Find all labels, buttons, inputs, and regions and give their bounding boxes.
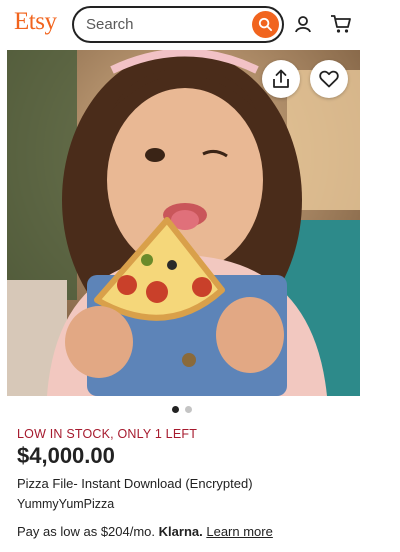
- cart-icon: [331, 15, 351, 33]
- heart-icon: [319, 70, 339, 88]
- learn-more-link[interactable]: Learn more: [206, 524, 272, 539]
- carousel-dot-1[interactable]: [172, 406, 179, 413]
- stock-notice: LOW IN STOCK, ONLY 1 LEFT: [17, 427, 198, 441]
- product-image[interactable]: [7, 50, 360, 396]
- shop-name[interactable]: YummyYumPizza: [17, 497, 114, 511]
- search-bar[interactable]: Search: [72, 6, 284, 43]
- top-bar: Etsy Search: [0, 0, 400, 50]
- favorite-button[interactable]: [310, 60, 348, 98]
- klarna-financing: Pay as low as $204/mo. Klarna. Learn mor…: [17, 524, 273, 539]
- user-icon: [295, 16, 311, 33]
- share-button[interactable]: [262, 60, 300, 98]
- share-icon: [273, 69, 289, 88]
- product-photo: [7, 50, 360, 396]
- carousel-dot-2[interactable]: [185, 406, 192, 413]
- search-input[interactable]: Search: [86, 16, 134, 33]
- cart-button[interactable]: [328, 11, 354, 37]
- account-button[interactable]: [290, 11, 316, 37]
- search-button[interactable]: [252, 11, 279, 38]
- listing-title: Pizza File- Instant Download (Encrypted): [17, 476, 253, 491]
- pay-prefix: Pay as low as $204/mo.: [17, 524, 156, 539]
- klarna-label: Klarna.: [158, 524, 203, 539]
- listing-price: $4,000.00: [17, 443, 115, 468]
- etsy-logo[interactable]: Etsy: [14, 8, 57, 36]
- carousel-dots: [172, 406, 192, 413]
- search-icon: [258, 17, 273, 32]
